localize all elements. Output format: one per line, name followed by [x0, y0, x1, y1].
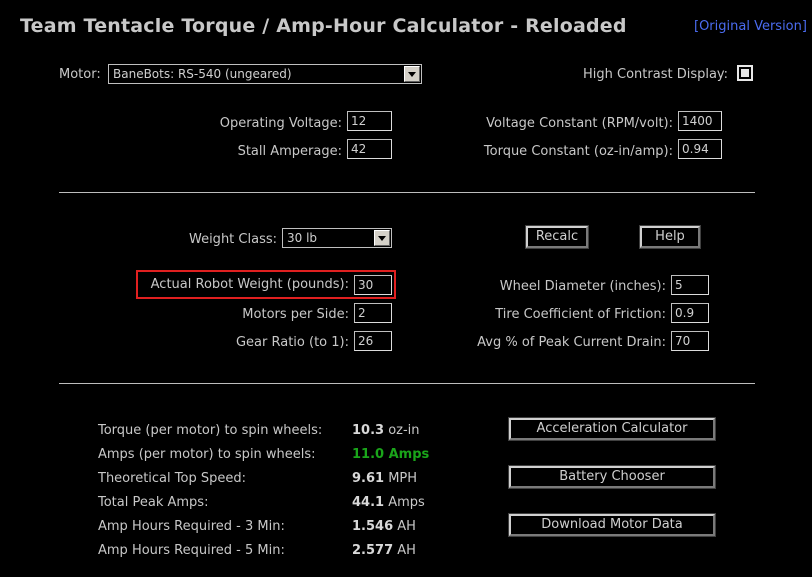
ah-3min-result-label: Amp Hours Required - 3 Min: — [98, 519, 285, 534]
voltage-constant-label: Voltage Constant (RPM/volt): — [486, 116, 673, 131]
motor-label: Motor: — [59, 67, 101, 82]
help-button[interactable]: Help — [639, 225, 701, 249]
amps-result-label: Amps (per motor) to spin wheels: — [98, 447, 316, 462]
ah-5min-result-unit: AH — [397, 543, 416, 558]
actual-weight-label: Actual Robot Weight (pounds): — [150, 277, 349, 292]
peak-amps-result-unit: Amps — [388, 495, 425, 510]
top-speed-result-unit: MPH — [388, 471, 418, 486]
chevron-down-icon — [374, 230, 390, 246]
download-motor-data-button[interactable]: Download Motor Data — [508, 513, 716, 537]
tire-friction-label: Tire Coefficient of Friction: — [495, 307, 666, 322]
high-contrast-checkbox[interactable] — [737, 65, 753, 81]
torque-result-unit: oz-in — [388, 423, 420, 438]
ah-5min-result: 2.577 AH — [352, 543, 416, 558]
chevron-down-icon — [404, 66, 420, 82]
voltage-constant-input[interactable]: 1400 — [678, 111, 722, 131]
peak-amps-result-value: 44.1 — [352, 495, 385, 510]
amps-result-value: 11.0 Amps — [352, 447, 430, 462]
torque-result: 10.3 oz-in — [352, 423, 420, 438]
ah-3min-result: 1.546 AH — [352, 519, 416, 534]
wheel-diameter-label: Wheel Diameter (inches): — [499, 279, 666, 294]
high-contrast-label: High Contrast Display: — [583, 67, 729, 82]
amps-result: 11.0 Amps — [352, 447, 429, 462]
acceleration-calculator-button[interactable]: Acceleration Calculator — [508, 417, 716, 441]
avg-drain-label: Avg % of Peak Current Drain: — [477, 335, 666, 350]
peak-amps-result: 44.1 Amps — [352, 495, 425, 510]
divider-1 — [59, 192, 755, 193]
ah-3min-result-unit: AH — [397, 519, 416, 534]
torque-result-value: 10.3 — [352, 423, 385, 438]
motors-per-side-label: Motors per Side: — [242, 307, 349, 322]
torque-constant-input[interactable]: 0.94 — [678, 139, 722, 159]
actual-weight-input[interactable]: 30 — [354, 275, 392, 295]
ah-3min-result-value: 1.546 — [352, 519, 394, 534]
ah-5min-result-label: Amp Hours Required - 5 Min: — [98, 543, 285, 558]
divider-2 — [59, 383, 755, 384]
motors-per-side-input[interactable]: 2 — [354, 303, 392, 323]
battery-chooser-button[interactable]: Battery Chooser — [508, 465, 716, 489]
page-title: Team Tentacle Torque / Amp-Hour Calculat… — [20, 15, 627, 37]
weight-class-select[interactable]: 30 lb — [282, 228, 392, 248]
motor-select-value: BaneBots: RS-540 (ungeared) — [113, 67, 292, 81]
weight-class-value: 30 lb — [287, 231, 318, 245]
top-speed-result-value: 9.61 — [352, 471, 385, 486]
stall-amperage-label: Stall Amperage: — [237, 144, 342, 159]
original-version-link[interactable]: [Original Version] — [694, 19, 807, 34]
torque-constant-label: Torque Constant (oz-in/amp): — [483, 144, 673, 159]
stall-amperage-input[interactable]: 42 — [347, 139, 392, 159]
peak-amps-result-label: Total Peak Amps: — [98, 495, 209, 510]
ah-5min-result-value: 2.577 — [352, 543, 394, 558]
tire-friction-input[interactable]: 0.9 — [671, 303, 709, 323]
wheel-diameter-input[interactable]: 5 — [671, 275, 709, 295]
top-speed-result-label: Theoretical Top Speed: — [98, 471, 246, 486]
gear-ratio-input[interactable]: 26 — [354, 331, 392, 351]
operating-voltage-input[interactable]: 12 — [347, 111, 392, 131]
gear-ratio-label: Gear Ratio (to 1): — [235, 335, 349, 350]
torque-result-label: Torque (per motor) to spin wheels: — [98, 423, 323, 438]
motor-select[interactable]: BaneBots: RS-540 (ungeared) — [108, 64, 422, 84]
avg-drain-input[interactable]: 70 — [671, 331, 709, 351]
top-speed-result: 9.61 MPH — [352, 471, 417, 486]
weight-class-label: Weight Class: — [188, 232, 277, 247]
operating-voltage-label: Operating Voltage: — [219, 116, 342, 131]
recalc-button[interactable]: Recalc — [525, 225, 589, 249]
